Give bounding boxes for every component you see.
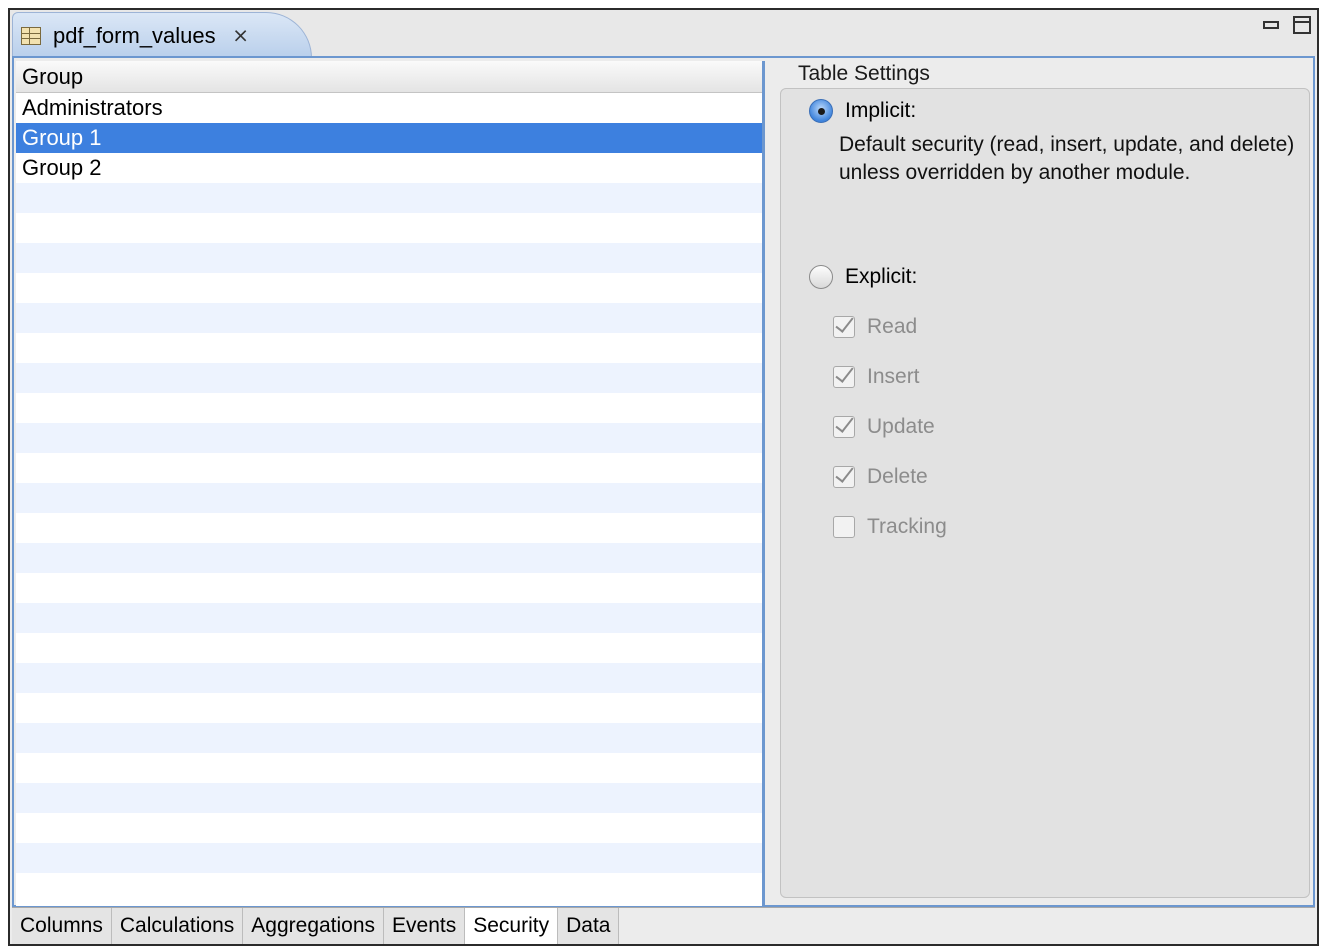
- delete-checkbox-row[interactable]: Delete: [833, 465, 928, 489]
- empty-table-row: [16, 213, 762, 243]
- insert-checkbox-row[interactable]: Insert: [833, 365, 920, 389]
- empty-table-row: [16, 333, 762, 363]
- maximize-icon[interactable]: [1293, 16, 1311, 34]
- editor-tab-strip: pdf_form_values ⨯: [10, 10, 1317, 58]
- update-checkbox[interactable]: [833, 416, 855, 438]
- empty-table-row: [16, 543, 762, 573]
- empty-table-row: [16, 183, 762, 213]
- insert-label: Insert: [867, 365, 920, 388]
- tracking-checkbox[interactable]: [833, 516, 855, 538]
- implicit-radio[interactable]: [809, 99, 833, 123]
- group-table-rows: Administrators Group 1 Group 2: [16, 93, 762, 903]
- table-row[interactable]: Group 2: [16, 153, 762, 183]
- tracking-checkbox-row[interactable]: Tracking: [833, 515, 947, 539]
- tab-security[interactable]: Security: [465, 908, 559, 944]
- explicit-label[interactable]: Explicit:: [845, 265, 917, 289]
- implicit-label[interactable]: Implicit:: [845, 99, 916, 123]
- close-icon[interactable]: ⨯: [230, 25, 252, 47]
- empty-table-row: [16, 603, 762, 633]
- empty-table-row: [16, 243, 762, 273]
- group-table[interactable]: Group Administrators Group 1 Group 2: [16, 61, 765, 906]
- delete-label: Delete: [867, 465, 928, 488]
- delete-checkbox[interactable]: [833, 466, 855, 488]
- editor-window: pdf_form_values ⨯ Group Administrators Gr…: [8, 8, 1319, 946]
- empty-table-row: [16, 303, 762, 333]
- minimize-icon[interactable]: [1263, 21, 1279, 29]
- empty-table-row: [16, 633, 762, 663]
- table-settings-group: Implicit: Default security (read, insert…: [780, 88, 1310, 898]
- empty-table-row: [16, 663, 762, 693]
- empty-table-row: [16, 363, 762, 393]
- bottom-tab-bar: Columns Calculations Aggregations Events…: [12, 907, 1315, 944]
- tracking-label: Tracking: [867, 515, 947, 538]
- empty-table-row: [16, 783, 762, 813]
- empty-table-row: [16, 813, 762, 843]
- explicit-radio[interactable]: [809, 265, 833, 289]
- tab-aggregations[interactable]: Aggregations: [243, 908, 385, 944]
- empty-table-row: [16, 453, 762, 483]
- insert-checkbox[interactable]: [833, 366, 855, 388]
- empty-table-row: [16, 483, 762, 513]
- empty-table-row: [16, 513, 762, 543]
- table-row[interactable]: Group 1: [16, 123, 762, 153]
- tab-events[interactable]: Events: [384, 908, 466, 944]
- group-column-header[interactable]: Group: [16, 61, 762, 93]
- editor-tab-title: pdf_form_values: [53, 22, 216, 48]
- tab-data[interactable]: Data: [558, 908, 620, 944]
- empty-table-row: [16, 573, 762, 603]
- editor-tab-pdf-form-values[interactable]: pdf_form_values ⨯: [12, 12, 312, 58]
- read-checkbox-row[interactable]: Read: [833, 315, 917, 339]
- empty-table-row: [16, 873, 762, 903]
- empty-table-row: [16, 423, 762, 453]
- tab-calculations[interactable]: Calculations: [111, 908, 244, 944]
- read-label: Read: [867, 315, 918, 338]
- window-controls: [1263, 16, 1311, 34]
- update-label: Update: [867, 415, 935, 438]
- update-checkbox-row[interactable]: Update: [833, 415, 935, 439]
- table-row[interactable]: Administrators: [16, 93, 762, 123]
- tab-columns[interactable]: Columns: [12, 908, 112, 944]
- empty-table-row: [16, 723, 762, 753]
- empty-table-row: [16, 753, 762, 783]
- empty-table-row: [16, 693, 762, 723]
- security-panel: Group Administrators Group 1 Group 2 Table…: [12, 56, 1315, 907]
- empty-table-row: [16, 273, 762, 303]
- read-checkbox[interactable]: [833, 316, 855, 338]
- empty-table-row: [16, 843, 762, 873]
- table-settings-label: Table Settings: [798, 62, 930, 85]
- table-settings: Table Settings Implicit: Default securit…: [770, 58, 1313, 903]
- table-icon: [21, 26, 41, 45]
- empty-table-row: [16, 393, 762, 423]
- implicit-description: Default security (read, insert, update, …: [839, 133, 1295, 184]
